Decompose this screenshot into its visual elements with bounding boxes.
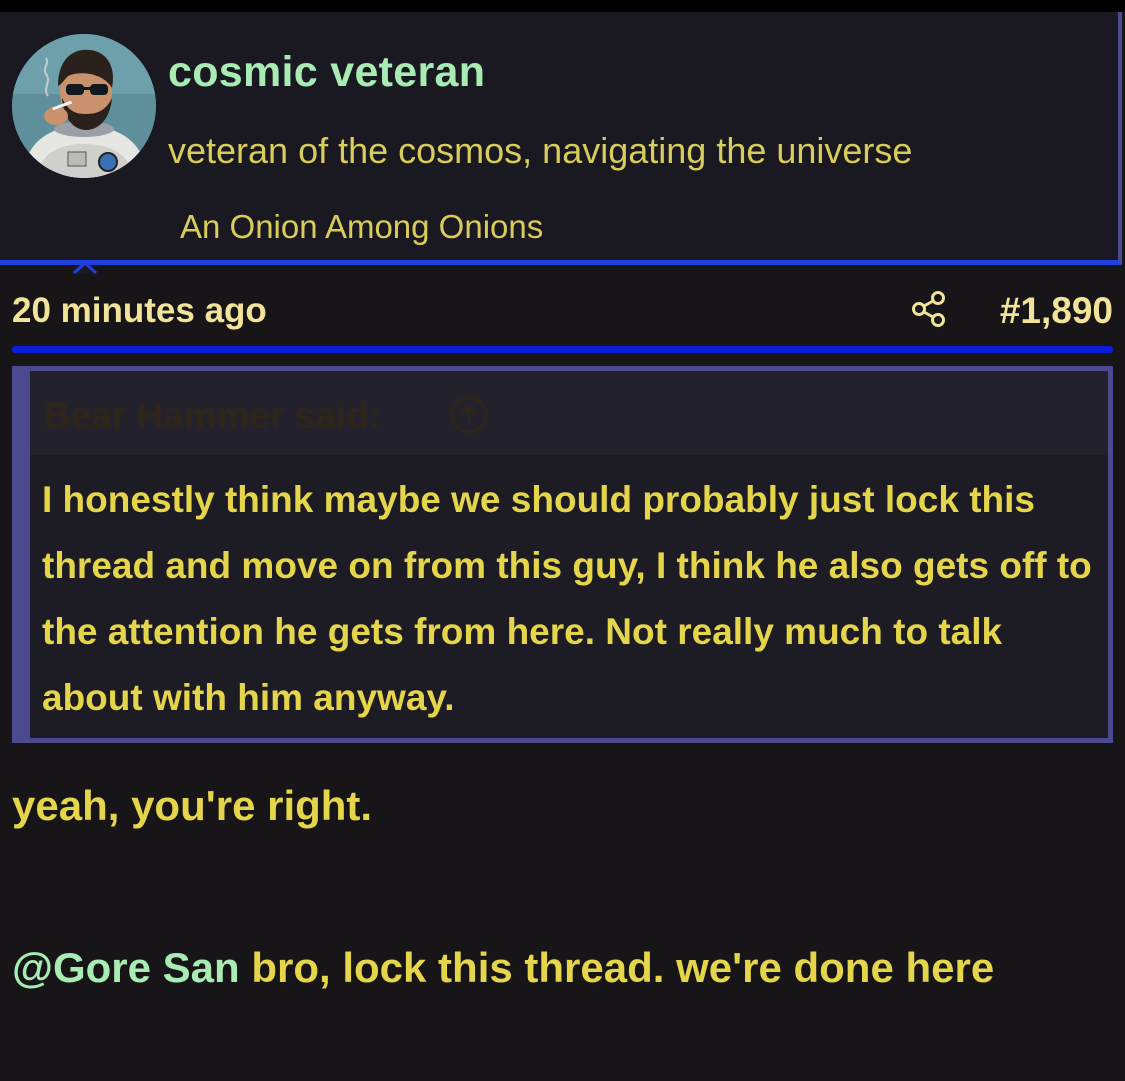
divider — [12, 346, 1113, 353]
message-text: bro, lock this thread. we're done here — [239, 944, 995, 991]
quote-block: Bear Hammer said: I honestly think maybe… — [12, 366, 1113, 743]
message-text-line: yeah, you're right. — [12, 782, 373, 829]
user-avatar[interactable] — [12, 34, 156, 178]
share-icon[interactable] — [910, 289, 950, 329]
post-timestamp[interactable]: 20 minutes ago — [12, 291, 267, 331]
user-title: veteran of the cosmos, navigating the un… — [168, 130, 913, 171]
post-meta-bar: 20 minutes ago #1,890 — [12, 285, 1113, 337]
message-text-line: @Gore San bro, lock this thread. we're d… — [12, 930, 1112, 1006]
user-card: cosmic veteran veteran of the cosmos, na… — [0, 12, 1122, 274]
quote-header: Bear Hammer said: — [30, 371, 1108, 455]
user-rank-badge: An Onion Among Onions — [180, 208, 544, 245]
top-bar — [0, 0, 1125, 12]
caret-up-icon — [72, 260, 98, 274]
astronaut-avatar-image — [12, 34, 156, 178]
post-number-link[interactable]: #1,890 — [1000, 290, 1113, 332]
quote-attribution[interactable]: Bear Hammer said: — [44, 395, 381, 437]
user-mention-link[interactable]: @Gore San — [12, 944, 240, 991]
quote-text: I honestly think maybe we should probabl… — [42, 479, 1092, 718]
username[interactable]: cosmic veteran — [168, 48, 485, 97]
forum-post-page: cosmic veteran veteran of the cosmos, na… — [0, 0, 1125, 1081]
arrow-up-circle-icon[interactable] — [449, 395, 489, 435]
